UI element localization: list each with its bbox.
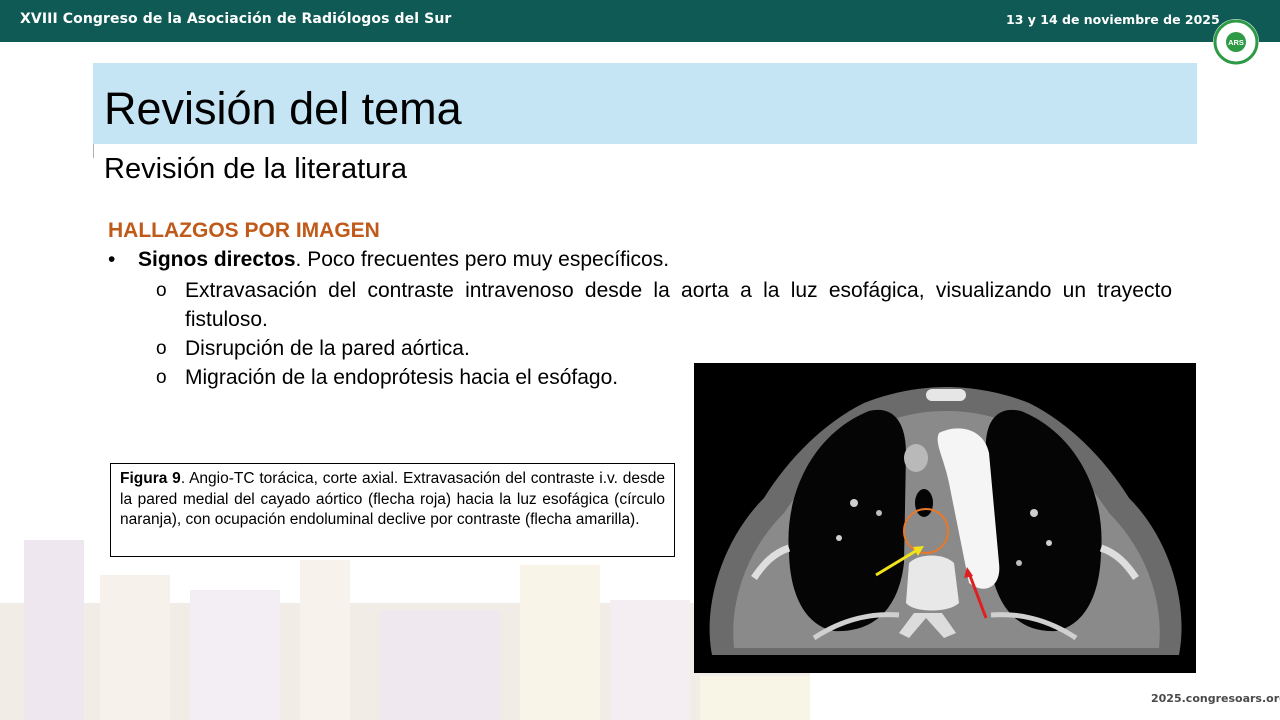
footer-url: 2025.congresoars.org: [1151, 692, 1280, 705]
logo-center-text: ARS: [1228, 38, 1244, 47]
caption-text: . Angio-TC torácica, corte axial. Extrav…: [120, 470, 666, 528]
sub-bullet-symbol: o: [156, 338, 167, 359]
congress-name: XVIII Congreso de la Asociación de Radió…: [20, 11, 452, 27]
ct-axial-image: [694, 363, 1196, 673]
caption-label: Figura 9: [120, 470, 181, 487]
figure-caption: Figura 9. Angio-TC torácica, corte axial…: [110, 463, 675, 557]
slide-subtitle: Revisión de la literatura: [104, 153, 408, 185]
sub-bullet-text: Disrupción de la pared aórtica.: [185, 337, 470, 360]
section-heading: HALLAZGOS POR IMAGEN: [108, 219, 380, 242]
sub-bullet-text: Migración de la endoprótesis hacia el es…: [185, 366, 619, 389]
sub-bullet-extravasation: o Extravasación del contraste intravenos…: [156, 276, 1172, 334]
sub-bullet-text: Extravasación del contraste intravenoso …: [185, 279, 1172, 331]
title-divider: [93, 144, 94, 158]
sub-bullet-symbol: o: [156, 280, 167, 301]
bullet-text: Signos directos. Poco frecuentes pero mu…: [138, 247, 669, 273]
bullet-rest: . Poco frecuentes pero muy específicos.: [295, 248, 670, 271]
header-banner: XVIII Congreso de la Asociación de Radió…: [0, 0, 1280, 42]
sub-bullet-migration: o Migración de la endoprótesis hacia el …: [156, 363, 686, 392]
congress-dates: 13 y 14 de noviembre de 2025: [1006, 12, 1220, 27]
slide-title: Revisión del tema: [104, 83, 462, 134]
sub-bullet-symbol: o: [156, 367, 167, 388]
bullet-bold: Signos directos: [138, 248, 296, 271]
sub-bullet-disruption: o Disrupción de la pared aórtica.: [156, 334, 756, 363]
ars-logo: ARS: [1213, 19, 1259, 65]
bullet-symbol: •: [108, 248, 116, 271]
